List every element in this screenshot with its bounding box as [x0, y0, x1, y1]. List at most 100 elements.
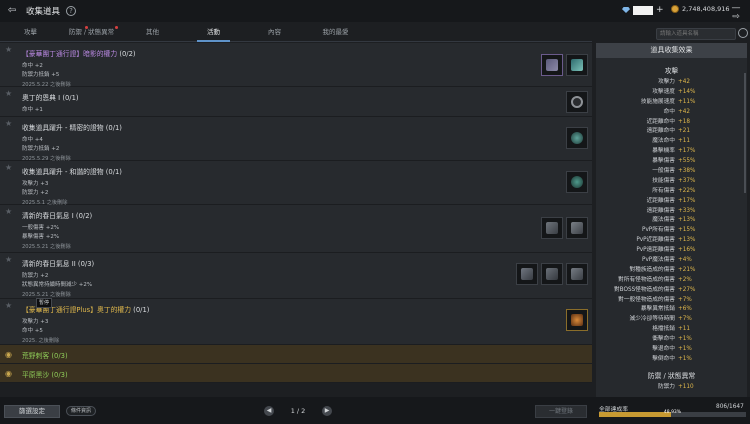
list-item[interactable]: ★ 收集道具躍升 - 和諧的證物 (0/1) 攻擊力 +3 防禦力 +2 202… [0, 161, 592, 206]
effect-value: +4% [678, 257, 692, 264]
effect-name: 防禦力 [657, 383, 675, 390]
effect-row: 攻擊速度 +14% [596, 88, 747, 98]
effect-name: 攻擊力 [657, 79, 675, 85]
effect-value: +14% [678, 88, 696, 95]
effect-value: +110 [678, 383, 694, 390]
register-all-button[interactable]: 一鍵登錄 [535, 405, 587, 418]
effect-row: 遠距離傷害 +33% [596, 207, 747, 217]
next-page-icon[interactable]: ▶ [322, 406, 332, 416]
collection-title: 收集道具躍升 - 精密的證物 (0/1) [22, 124, 122, 132]
tab-content[interactable]: 內容 [244, 22, 305, 41]
glove-icon [571, 222, 583, 234]
item-slot[interactable] [566, 263, 588, 285]
boot-icon [546, 268, 558, 280]
effect-value: +6% [678, 306, 692, 313]
effect-name: 減少冷卻等待時間 [629, 316, 676, 323]
tab-event[interactable]: 活動 [183, 22, 244, 42]
effect-name: 衝擊命中 [652, 336, 675, 343]
effect-stat: 一般傷害 +2% [22, 225, 60, 231]
list-item[interactable]: ★ 【豪華團丁通行證】暗影的權力 (0/2) 命中 +2 防禦力抵銷 +5 20… [0, 43, 592, 88]
favorite-star-icon[interactable]: ★ [5, 208, 13, 216]
favorite-star-icon[interactable]: ★ [5, 120, 13, 128]
effect-value: +13% [678, 237, 696, 244]
section-defense: 防禦 / 狀態異常 [647, 371, 696, 380]
window-title: 收集道具 [26, 7, 61, 17]
new-dot-icon [85, 26, 88, 29]
effect-row: 近距離命中 +18 [596, 118, 747, 128]
effect-value: +38% [678, 168, 696, 175]
gem-amount [633, 5, 653, 15]
item-slot[interactable] [541, 54, 563, 76]
completed-collection[interactable]: ◉ 平原黑沙 (0/3) [0, 364, 592, 383]
item-slot[interactable] [566, 309, 588, 331]
effect-name: 暴擊機率 [652, 148, 675, 155]
search-input[interactable] [656, 28, 736, 40]
effect-stat: 防禦力抵銷 +5 [22, 71, 60, 78]
list-item[interactable]: ★ 收集道具躍升 - 精密的證物 (0/1) 命中 +4 防禦力抵銷 +2 20… [0, 117, 592, 162]
new-dot-icon [115, 26, 118, 29]
favorite-star-icon[interactable]: ★ [5, 256, 13, 264]
boot-icon [571, 268, 583, 280]
list-item[interactable]: ★ 清新的春日氣息 II (0/3) 防禦力 +2 狀態異常持續時間減少 +2%… [0, 253, 592, 299]
effect-row: 遠距離命中 +21 [596, 127, 747, 137]
item-slot[interactable] [566, 91, 588, 113]
item-slot[interactable] [566, 171, 588, 193]
completed-collection[interactable]: ◉ 荒野刺客 (0/3) [0, 345, 592, 364]
effect-name: 遠距離命中 [646, 128, 675, 135]
collection-title: 平原黑沙 (0/3) [22, 371, 68, 379]
progress-bar: 48.93% [599, 410, 746, 417]
favorite-star-icon[interactable]: ★ [5, 302, 13, 310]
collection-title: 荒野刺客 (0/3) [22, 352, 68, 360]
effect-row: 對一般怪物造成的傷害 +7% [596, 296, 747, 306]
item-slot[interactable] [516, 263, 538, 285]
favorite-star-icon[interactable]: ★ [5, 46, 13, 54]
eye-icon: ◉ [5, 369, 12, 378]
back-arrow-icon[interactable]: ⇦ [6, 5, 18, 17]
effect-name: 魔法命中 [652, 138, 675, 145]
effect-row: 近距離傷害 +17% [596, 197, 747, 207]
favorite-star-icon[interactable]: ★ [5, 164, 13, 172]
condition-info-button[interactable]: 條件資訊 [66, 406, 96, 416]
effect-row: 暴擊傷害 +55% [596, 157, 747, 167]
effect-value: +1% [678, 336, 692, 343]
tab-favorites[interactable]: 我的最愛 [305, 22, 366, 41]
effect-name: 近距離命中 [646, 118, 675, 125]
item-slot[interactable] [541, 263, 563, 285]
item-slot[interactable] [566, 217, 588, 239]
effect-name: 遠距離傷害 [646, 207, 675, 214]
list-item[interactable]: ★ 清新的春日氣息 I (0/2) 一般傷害 +2% 暴擊傷害 +2% 2025… [0, 205, 592, 253]
item-slot[interactable] [566, 54, 588, 76]
scrollbar[interactable] [744, 73, 746, 193]
effect-row: 減少冷卻等待時間 +7% [596, 315, 747, 325]
gold-currency: 2,748,408,916 [671, 5, 730, 13]
effect-name: 對一般怪物造成的傷害 [618, 296, 675, 303]
add-gem-button[interactable]: + [656, 5, 664, 15]
favorite-star-icon[interactable]: ★ [5, 90, 13, 98]
tab-other[interactable]: 其他 [122, 22, 183, 41]
weapon-icon [571, 59, 583, 71]
effect-value: +11% [678, 98, 696, 105]
effect-row: 所有傷害 +22% [596, 187, 747, 197]
list-item[interactable]: ★ 【豪華團丁通行證Plus】奧丁的權力 (0/1) 攻擊力 +3 命中 +5 … [0, 299, 592, 345]
effect-name: PvP所有傷害 [642, 227, 675, 234]
effect-value: +13% [678, 217, 696, 224]
effect-stat: 攻擊力 +3 [22, 181, 49, 187]
effect-value: +18 [678, 118, 691, 125]
effect-row: PvP近距離傷害 +13% [596, 236, 747, 246]
item-slot[interactable] [541, 217, 563, 239]
help-icon[interactable]: ? [66, 6, 77, 16]
prev-page-icon[interactable]: ◀ [264, 406, 274, 416]
expiry-date: 2025. 之後刪除 [22, 338, 60, 345]
tab-defense[interactable]: 防禦 / 狀態異常 [61, 22, 122, 41]
tab-attack[interactable]: 攻擊 [0, 22, 61, 41]
item-slot[interactable] [566, 127, 588, 149]
exit-icon[interactable]: ⇨ [730, 12, 742, 22]
effect-name: 對BOSS怪物造成的傷害 [614, 286, 675, 293]
effect-value: +55% [678, 158, 696, 165]
effect-stat: 暴擊傷害 +2% [22, 233, 60, 240]
refresh-icon[interactable] [738, 28, 748, 38]
filter-settings-button[interactable]: 篩選設定 [4, 405, 60, 418]
effect-row: 魔法傷害 +13% [596, 216, 747, 226]
list-item[interactable]: ★ 奧丁的恩典 I (0/1) 命中 +1 [0, 87, 592, 117]
staff-icon [546, 59, 558, 71]
